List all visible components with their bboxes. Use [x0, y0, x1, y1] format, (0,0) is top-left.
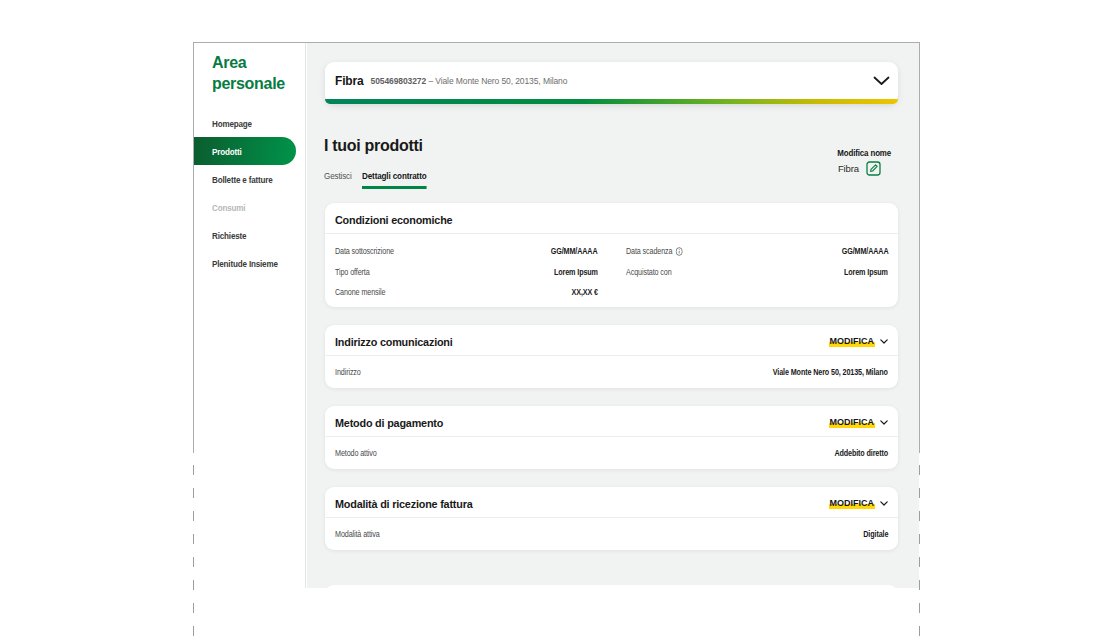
sidebar-item-richieste[interactable]: Richieste	[194, 221, 305, 249]
rename-label: Modifica nome	[837, 148, 891, 158]
sidebar-item-bollette-e-fatture[interactable]: Bollette e fatture	[194, 165, 305, 193]
panel-border-right-dashed	[919, 465, 920, 640]
chevron-down-icon	[880, 420, 888, 425]
modify-button[interactable]: MODIFICA	[829, 417, 889, 428]
chevron-down-icon[interactable]	[873, 76, 890, 86]
detail-value: XX,XX €	[571, 287, 597, 297]
card-title: Condizioni economiche	[335, 213, 452, 227]
info-icon[interactable]	[675, 247, 682, 256]
detail-label: Canone mensile	[335, 287, 385, 297]
sidebar-item-plenitude-insieme[interactable]: Plenitude Insieme	[194, 249, 305, 277]
detail-value: Digitale	[863, 529, 888, 539]
tabs: Gestisci Dettagli contratto	[324, 170, 896, 189]
detail-label: Data scadenza	[626, 246, 683, 256]
detail-row: Metodo attivo Addebito diretto	[335, 443, 888, 463]
detail-row: Modalità attiva Digitale	[335, 524, 888, 544]
sidebar-menu: HomepageProdottiBollette e fattureConsum…	[194, 109, 305, 277]
sidebar-item-consumi[interactable]: Consumi	[194, 193, 305, 221]
rename-value: Fibra	[838, 163, 859, 174]
card-title: Indirizzo comunicazioni	[335, 335, 453, 349]
card-metodo-di-pagamento: Metodo di pagamento MODIFICA Metodo attivo…	[325, 406, 898, 469]
detail-label: Metodo attivo	[335, 448, 377, 458]
detail-row: Tipo offerta Lorem Ipsum	[335, 262, 598, 283]
modify-label: MODIFICA	[829, 498, 876, 509]
detail-label: Tipo offerta	[335, 267, 370, 277]
modify-button[interactable]: MODIFICA	[829, 336, 889, 347]
rename-block: Modifica nome Fibra	[830, 148, 891, 176]
card-modalit-di-ricezione-fattura: Modalità di ricezione fattura MODIFICA Mod…	[325, 487, 898, 550]
detail-value: GG/MM/AAAA	[841, 246, 888, 256]
detail-value: Lorem Ipsum	[554, 267, 598, 277]
card-title: Metodo di pagamento	[335, 416, 443, 430]
card-title: Modalità di ricezione fattura	[335, 497, 473, 511]
main-content: Fibra 505469803272 – Viale Monte Nero 50…	[307, 43, 919, 588]
product-selector-detail: 505469803272 – Viale Monte Nero 50, 2013…	[371, 76, 568, 86]
product-selector-name: Fibra	[335, 74, 364, 88]
detail-label: Data sottoscrizione	[335, 246, 394, 256]
detail-row: Data sottoscrizione GG/MM/AAAA	[335, 241, 598, 262]
sidebar-item-prodotti[interactable]: Prodotti	[194, 137, 296, 165]
detail-row: Indirizzo Viale Monte Nero 50, 20135, Mil…	[335, 362, 888, 382]
detail-value: Lorem Ipsum	[844, 267, 888, 277]
card-indirizzo-comunicazioni: Indirizzo comunicazioni MODIFICA Indirizzo…	[325, 325, 898, 388]
edit-icon[interactable]	[866, 161, 881, 176]
product-selector[interactable]: Fibra 505469803272 – Viale Monte Nero 50…	[325, 62, 898, 104]
chevron-down-icon	[880, 339, 888, 344]
detail-row: Acquistato con Lorem Ipsum	[626, 262, 889, 283]
sidebar-title: Area personale	[212, 52, 298, 94]
detail-label: Indirizzo	[335, 367, 361, 377]
card-partial	[325, 585, 898, 589]
sidebar: Area personale HomepageProdottiBollette …	[194, 43, 306, 588]
detail-value: Viale Monte Nero 50, 20135, Milano	[773, 367, 888, 377]
page-title: I tuoi prodotti	[324, 137, 423, 155]
card-condizioni-economiche: Condizioni economiche Data sottoscrizione…	[325, 203, 898, 307]
panel-border-right	[919, 42, 920, 453]
detail-label: Modalità attiva	[335, 529, 380, 539]
detail-row: Data scadenza GG/MM/AAAA	[626, 241, 889, 262]
modify-button[interactable]: MODIFICA	[829, 498, 889, 509]
chevron-down-icon	[880, 501, 888, 506]
sidebar-item-homepage[interactable]: Homepage	[194, 109, 305, 137]
modify-label: MODIFICA	[829, 417, 876, 428]
detail-value: Addebito diretto	[834, 448, 888, 458]
detail-label: Acquistato con	[626, 267, 672, 277]
tab-gestisci[interactable]: Gestisci	[324, 170, 352, 189]
detail-row: Canone mensile XX,XX €	[335, 282, 598, 303]
detail-value: GG/MM/AAAA	[551, 246, 598, 256]
modify-label: MODIFICA	[829, 336, 876, 347]
tab-dettagli-contratto[interactable]: Dettagli contratto	[362, 170, 427, 189]
